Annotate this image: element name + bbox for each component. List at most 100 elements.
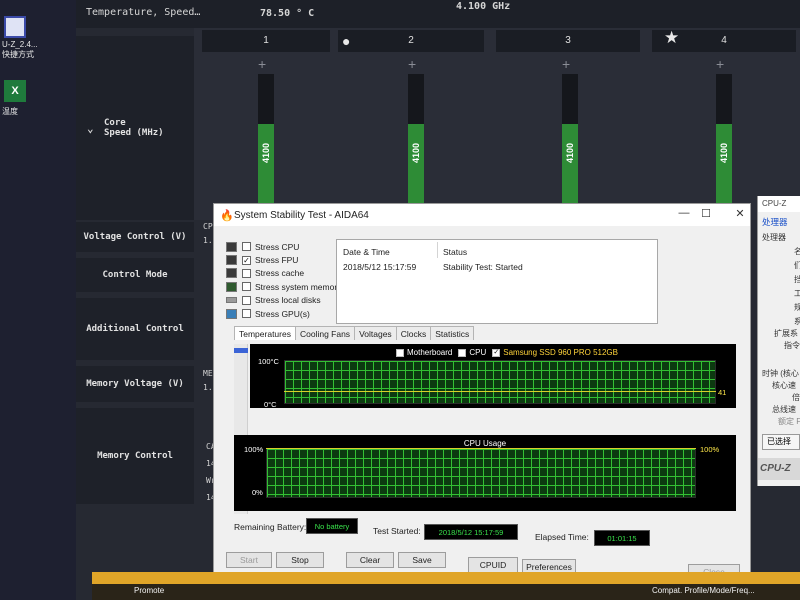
stress-gpu-checkbox[interactable]	[242, 309, 251, 319]
temp-y-min-label: 0°C	[264, 400, 277, 409]
cpuz-brand: CPU-Z	[758, 458, 800, 480]
stress-cache-option[interactable]: Stress cache	[226, 267, 341, 280]
plus-icon[interactable]: +	[258, 56, 266, 72]
tab-clocks[interactable]: Clocks	[395, 326, 432, 340]
bottom-right-text[interactable]: Compat. Profile/Mode/Freq...	[652, 586, 755, 595]
temp-y-max-label: 100°C	[258, 357, 279, 366]
text-fragment: 1.	[203, 236, 213, 245]
cpu-checkbox[interactable]	[458, 348, 467, 357]
memory-control-row[interactable]: Memory Control	[76, 408, 194, 504]
cpuz-field-label: 系	[794, 317, 800, 326]
desktop-icon-label: 温度	[2, 107, 18, 116]
core-speed-section-toggle[interactable]: ⌄ Core Speed (MHz)	[76, 36, 194, 220]
cpu-temperature-value: 78.50 ° C	[260, 8, 315, 19]
tab-statistics[interactable]: Statistics	[430, 326, 475, 340]
close-icon[interactable]: ✕	[732, 207, 748, 220]
elapsed-time-value: 01:01:15	[594, 530, 650, 546]
cpuz-field-label: 名	[794, 247, 800, 256]
cpuz-field-label: 额定 F	[778, 417, 800, 426]
plus-icon[interactable]: +	[716, 56, 724, 72]
stress-fpu-option[interactable]: ✓ Stress FPU	[226, 253, 341, 266]
date-time-column-header[interactable]: Date & Time	[343, 247, 390, 257]
stress-disks-option[interactable]: Stress local disks	[226, 294, 341, 307]
stress-cpu-checkbox[interactable]	[242, 242, 251, 252]
plus-icon[interactable]: +	[408, 56, 416, 72]
cpuz-selection-dropdown[interactable]: 已选择	[762, 434, 800, 450]
cpuz-field-label: 倍	[792, 393, 800, 402]
elapsed-time-label: Elapsed Time:	[535, 532, 589, 542]
core-2-speed-slider[interactable]: + 4100	[398, 56, 430, 220]
additional-control-row[interactable]: Additional Control	[76, 298, 194, 360]
stress-cpu-option[interactable]: Stress CPU	[226, 240, 341, 253]
cpuz-title-bar[interactable]: CPU-Z	[758, 196, 800, 212]
title-bar[interactable]: 🔥 System Stability Test - AIDA64 — ☐ ✕	[214, 204, 750, 226]
stress-fpu-checkbox[interactable]: ✓	[242, 255, 251, 265]
tab-temperatures[interactable]: Temperatures	[234, 326, 296, 340]
tab-voltages[interactable]: Voltages	[354, 326, 397, 340]
excel-file-icon: X	[4, 80, 26, 102]
stress-cache-checkbox[interactable]	[242, 268, 251, 278]
control-mode-row[interactable]: Control Mode	[76, 258, 194, 292]
aida64-flame-icon: 🔥	[220, 210, 234, 222]
core-index: 3	[565, 35, 571, 46]
voltage-control-row[interactable]: Voltage Control (V)	[76, 222, 194, 252]
core-speed-grid: 1 ● 2 3 ★ 4 + 4100 + 4100 + 4100 + 4100	[194, 28, 800, 220]
desktop-area: U-Z_2.4... 快捷方式 X 温度	[0, 0, 76, 600]
stress-gpu-label: Stress GPU(s)	[255, 308, 310, 319]
monitor-icon	[226, 308, 237, 319]
bottom-left-text[interactable]: Promote	[134, 586, 164, 595]
cpuz-field-label: 指令	[784, 341, 800, 350]
cpu-usage-title: CPU Usage	[463, 439, 507, 448]
stress-disks-checkbox[interactable]	[242, 295, 251, 305]
temperature-speed-label[interactable]: Temperature, Speed…	[86, 7, 200, 18]
stress-memory-option[interactable]: Stress system memory	[226, 280, 341, 293]
tab-processor[interactable]: 处理器	[762, 216, 788, 230]
stress-memory-label: Stress system memory	[255, 281, 342, 292]
memory-voltage-fragment: ME 1.	[203, 367, 213, 395]
temperature-graph: Motherboard CPU ✓ Samsung SSD 960 PRO 51…	[250, 344, 736, 409]
desktop-icon-excel[interactable]: X 温度	[2, 80, 72, 117]
clear-button[interactable]: Clear	[346, 552, 394, 568]
stress-memory-checkbox[interactable]	[242, 282, 251, 292]
tab-cooling-fans[interactable]: Cooling Fans	[294, 326, 356, 340]
core-1-speed-slider[interactable]: + 4100	[248, 56, 280, 220]
scroll-indicator[interactable]	[234, 348, 248, 353]
control-mode-label: Control Mode	[102, 270, 168, 280]
ssd-checkbox[interactable]: ✓	[492, 348, 501, 357]
motherboard-checkbox[interactable]	[396, 348, 404, 357]
desktop-icon-cpuz[interactable]: U-Z_2.4... 快捷方式	[2, 16, 72, 60]
core-4-speed-slider[interactable]: + 4100	[706, 56, 738, 220]
stress-gpu-option[interactable]: Stress GPU(s)	[226, 307, 341, 320]
aida64-stability-window: 🔥 System Stability Test - AIDA64 — ☐ ✕ S…	[213, 203, 751, 580]
core-header-2[interactable]: ● 2	[338, 30, 484, 52]
screen: U-Z_2.4... 快捷方式 X 温度 Temperature, Speed……	[0, 0, 800, 600]
memory-module-icon	[226, 281, 237, 292]
core-speed-value: 4100	[565, 142, 575, 163]
core-header-4[interactable]: ★ 4	[652, 28, 796, 52]
additional-control-label: Additional Control	[86, 324, 184, 334]
maximize-icon[interactable]: ☐	[698, 207, 714, 220]
star-marker-icon: ★	[664, 28, 680, 47]
start-button[interactable]: Start	[226, 552, 272, 568]
plus-icon[interactable]: +	[562, 56, 570, 72]
core-header-1[interactable]: 1	[202, 30, 330, 52]
core-header-3[interactable]: 3	[496, 30, 640, 52]
cpuz-field-label: 处理器	[762, 233, 786, 242]
cpuz-field-label: 们	[794, 261, 800, 270]
memory-voltage-row[interactable]: Memory Voltage (V)	[76, 366, 194, 402]
minimize-icon[interactable]: —	[676, 207, 692, 219]
legend-cpu: CPU	[469, 348, 487, 357]
cpuid-button[interactable]: CPUID	[468, 557, 518, 573]
remaining-battery-value: No battery	[306, 518, 358, 534]
desktop-icon-label: U-Z_2.4... 快捷方式	[2, 40, 38, 59]
stop-button[interactable]: Stop	[276, 552, 324, 568]
status-column-header[interactable]: Status	[443, 247, 467, 257]
cache-chip-icon	[226, 268, 237, 279]
memory-voltage-label: Memory Voltage (V)	[86, 379, 184, 389]
status-log-table[interactable]: Date & Time Status 2018/5/12 15:17:59 St…	[336, 239, 658, 324]
core-3-speed-slider[interactable]: + 4100	[552, 56, 584, 220]
cpuz-window: CPU-Z 处理器 处理器 名 们 挡 工 规 系 扩展系 指令 时钟 (核心 …	[757, 196, 800, 486]
save-button[interactable]: Save	[398, 552, 446, 568]
cpu-usage-value: 100%	[700, 445, 720, 454]
stress-options: Stress CPU ✓ Stress FPU Stress cache Str…	[226, 240, 341, 320]
